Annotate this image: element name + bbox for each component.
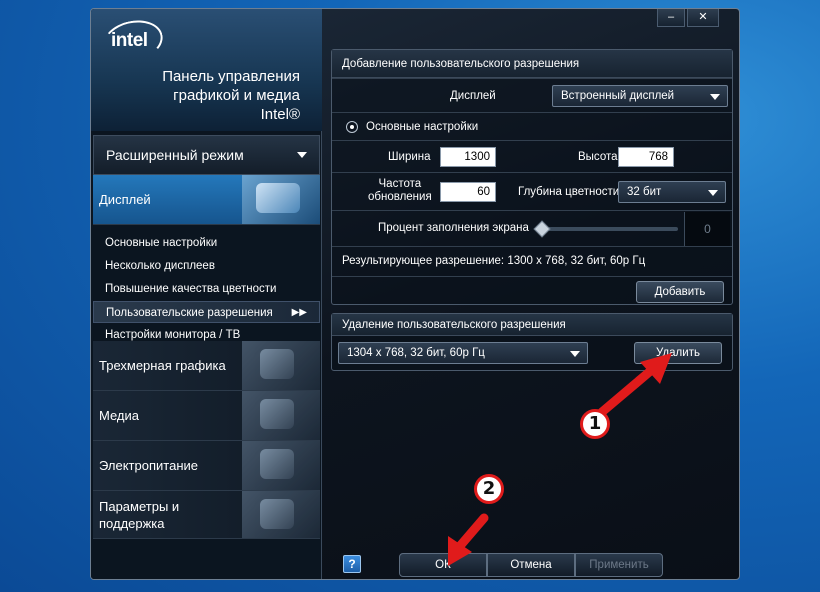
arrow-to-delete	[597, 353, 672, 417]
annotation-arrows	[448, 353, 672, 566]
annotation-badge-1: 1	[580, 409, 610, 439]
arrow-to-ok	[448, 513, 489, 566]
annotation-badge-2: 2	[474, 474, 504, 504]
